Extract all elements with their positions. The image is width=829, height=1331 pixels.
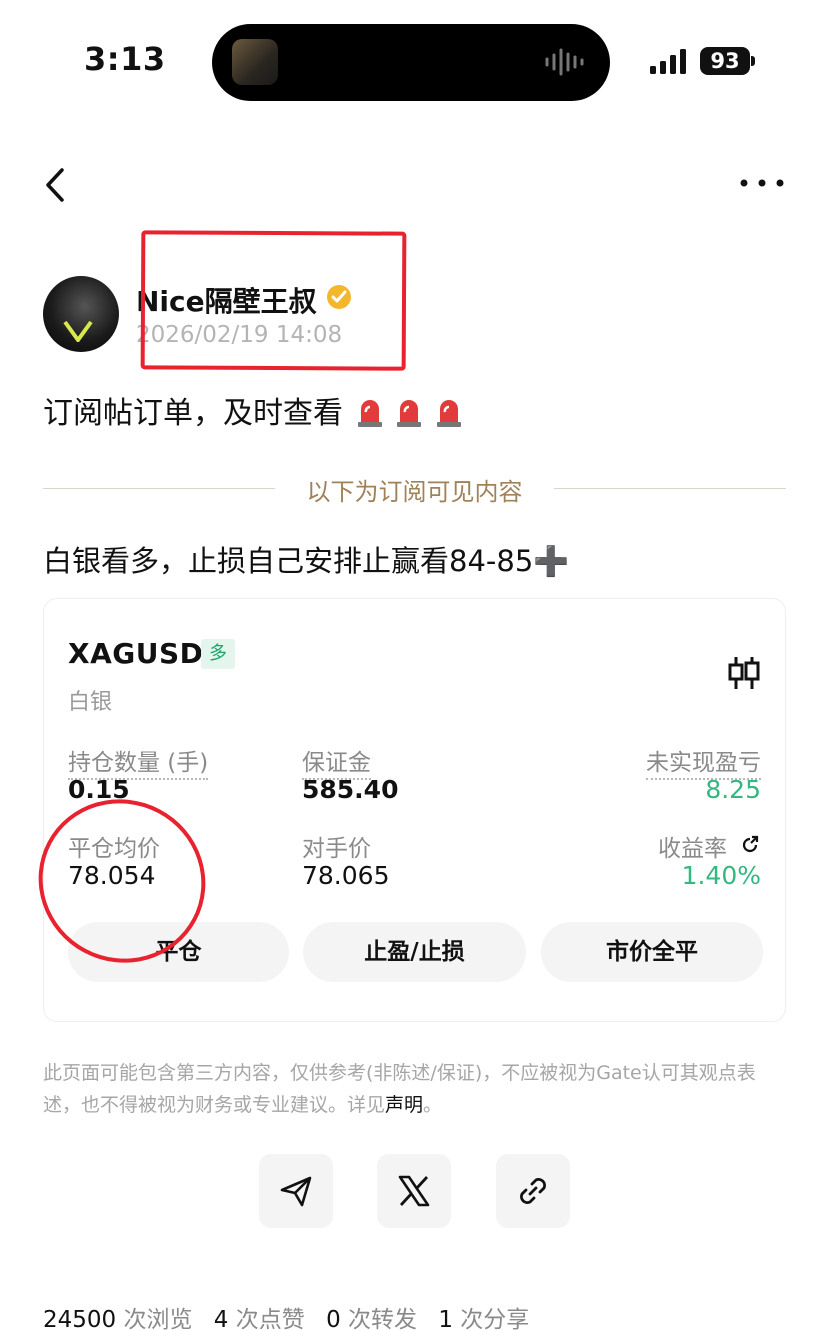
now-playing-artwork <box>232 39 278 85</box>
tp-sl-button[interactable]: 止盈/止损 <box>303 922 526 982</box>
views-count: 24500 <box>43 1307 117 1331</box>
subscriber-post-text: 白银看多，止损自己安排止赢看84-85➕ <box>43 538 569 580</box>
audio-wave-icon <box>545 48 584 76</box>
x-logo-icon <box>398 1175 430 1207</box>
reposts-count: 0 <box>326 1307 341 1331</box>
subscriber-divider-label: 以下为订阅可见内容 <box>306 478 523 506</box>
more-options-icon[interactable] <box>738 168 786 198</box>
dynamic-island <box>212 24 610 101</box>
plus-emoji-icon: ➕ <box>533 544 570 578</box>
red-highlight-box <box>140 230 407 371</box>
x-share-button[interactable] <box>377 1154 451 1228</box>
market-close-all-button[interactable]: 市价全平 <box>541 922 763 982</box>
long-side-badge: 多 <box>201 639 235 669</box>
reposts-unit: 次转发 <box>348 1307 418 1331</box>
send-share-button[interactable] <box>259 1154 333 1228</box>
siren-icon <box>436 400 461 427</box>
roi-label: 收益率 <box>658 836 727 862</box>
position-symbol: XAGUSD <box>68 637 204 670</box>
post-text: 订阅帖订单，及时查看 <box>43 388 462 432</box>
likes-count: 4 <box>213 1307 229 1331</box>
shares-unit: 次分享 <box>460 1307 530 1331</box>
post-stats: 24500 次浏览 4 次点赞 0 次转发 1 次分享 <box>43 1300 543 1331</box>
cellular-signal-icon <box>650 49 686 74</box>
send-icon <box>280 1176 312 1207</box>
candlestick-chart-icon[interactable] <box>727 655 761 691</box>
disclaimer-text: 此页面可能包含第三方内容，仅供参考(非陈述/保证)，不应被视为Gate认可其观点… <box>43 1057 791 1121</box>
siren-icon <box>357 400 382 427</box>
symbol-chinese-name: 白银 <box>68 690 113 715</box>
status-time: 3:13 <box>84 40 166 78</box>
post-text-content: 订阅帖订单，及时查看 <box>43 396 343 431</box>
shares-count: 1 <box>438 1307 453 1331</box>
copy-link-button[interactable] <box>496 1154 570 1228</box>
likes-unit: 次点赞 <box>235 1307 305 1331</box>
counter-price-value: 78.065 <box>302 861 390 890</box>
roi-value: 1.40% <box>681 861 761 890</box>
margin-value: 585.40 <box>302 775 399 804</box>
subscriber-post-content: 白银看多，止损自己安排止赢看84-85 <box>43 544 534 578</box>
divider-line-right <box>554 488 786 489</box>
unrealized-pnl-value: 8.25 <box>705 775 761 804</box>
siren-icon <box>397 400 422 427</box>
battery-level: 93 <box>700 47 750 75</box>
link-icon <box>520 1178 546 1204</box>
views-unit: 次浏览 <box>123 1307 193 1331</box>
author-avatar[interactable] <box>43 276 119 352</box>
battery-nub <box>751 56 755 66</box>
avatar-v-mark <box>63 320 93 342</box>
counter-price-label: 对手价 <box>302 836 371 862</box>
back-icon[interactable] <box>36 160 76 210</box>
disclaimer-end: 。 <box>423 1094 443 1116</box>
statement-link[interactable]: 声明 <box>385 1094 423 1116</box>
share-roi-icon[interactable] <box>740 835 760 855</box>
